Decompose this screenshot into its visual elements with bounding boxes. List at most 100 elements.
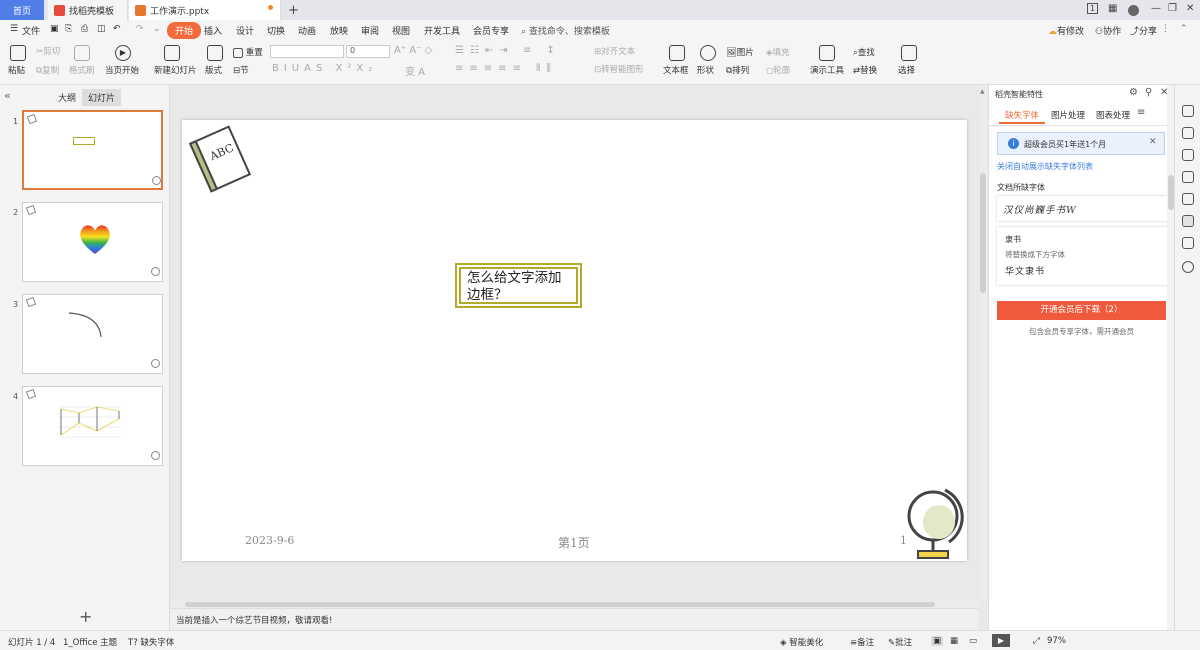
copy-button[interactable]: ⧉复制: [36, 64, 59, 76]
vertical-scrollbar[interactable]: ▲: [979, 85, 987, 601]
replace-button[interactable]: ⇄替换: [853, 64, 877, 76]
font-family-select[interactable]: [270, 45, 344, 58]
lishu-font-card[interactable]: 隶书 将替换成下方字体 华文隶书: [997, 227, 1167, 285]
menu-review[interactable]: 审阅: [361, 24, 379, 37]
picture-button[interactable]: 🖼图片: [726, 46, 754, 58]
present-tools-icon[interactable]: [819, 45, 835, 61]
export-icon[interactable]: ⎘: [65, 24, 72, 34]
list-buttons[interactable]: ☰☷⇤⇥ ≡ ↕: [455, 45, 561, 56]
find-button[interactable]: ⌕查找: [853, 46, 875, 58]
slide-date[interactable]: 2023-9-6: [245, 534, 294, 547]
slide-thumbnail-1[interactable]: [22, 110, 163, 190]
from-current-button[interactable]: 当页开始: [105, 64, 139, 76]
edit-status-button[interactable]: ☁有修改: [1048, 24, 1084, 37]
shape-button[interactable]: 形状: [697, 64, 714, 76]
textbox-text[interactable]: 怎么给文字添加边框？: [459, 267, 578, 304]
select-button[interactable]: 选择: [898, 64, 915, 76]
fit-window-icon[interactable]: ⤢: [1033, 636, 1040, 646]
menu-file[interactable]: 文件: [22, 24, 40, 37]
missing-font-card[interactable]: 汉仪尚巍手书W: [997, 196, 1167, 221]
avatar[interactable]: [1128, 5, 1139, 16]
beautify-button[interactable]: ◈ 智能美化: [780, 636, 823, 648]
present-tools-button[interactable]: 演示工具: [810, 64, 844, 76]
font-style-buttons[interactable]: BIUAS X²X₂: [272, 63, 377, 74]
layout-icon[interactable]: [207, 45, 223, 61]
new-tab-button[interactable]: +: [288, 0, 302, 20]
paste-icon[interactable]: [10, 45, 26, 61]
image-tool-icon[interactable]: [1182, 193, 1194, 205]
book-open-icon[interactable]: [1182, 237, 1194, 249]
slide-thumbnail-3[interactable]: [22, 294, 163, 374]
missing-font-status[interactable]: T? 缺失字体: [128, 636, 174, 648]
cut-button[interactable]: ✂剪切: [36, 45, 60, 57]
format-painter-button[interactable]: 格式刷: [69, 64, 95, 76]
align-buttons[interactable]: ≡≡≡≡≡ ⫴⫼: [455, 63, 557, 74]
grid-view-icon[interactable]: ▦: [1108, 3, 1117, 14]
sorter-view-icon[interactable]: ▦: [950, 636, 958, 646]
save-icon[interactable]: ▣: [50, 24, 59, 34]
slide-thumbnail-4[interactable]: [22, 386, 163, 466]
textbox-icon[interactable]: [669, 45, 685, 61]
outline-button[interactable]: ◻轮廓: [766, 64, 790, 76]
menu-home[interactable]: 开始: [167, 22, 202, 39]
help-icon[interactable]: [1182, 261, 1194, 273]
tab-document[interactable]: 工作演示.pptx: [129, 0, 281, 20]
theme-name[interactable]: 1_Office 主题: [63, 636, 117, 648]
bordered-textbox[interactable]: 怎么给文字添加边框？: [455, 263, 582, 308]
tab-home[interactable]: 首页: [0, 0, 44, 20]
minimize-icon[interactable]: —: [1151, 3, 1161, 14]
arrange-button[interactable]: ⧉排列: [726, 64, 749, 76]
slide-thumbnail-2[interactable]: [22, 202, 163, 282]
menu-slideshow[interactable]: 放映: [330, 24, 348, 37]
section-button[interactable]: ⊟节: [233, 64, 249, 76]
smart-graphic-button[interactable]: ⊡转智能图形: [594, 63, 644, 75]
speaker-notes[interactable]: 当前是插入一个综艺节目视频，敬请观看!: [170, 608, 978, 630]
tab-image-processing[interactable]: 图片处理: [1051, 109, 1085, 121]
add-slide-button[interactable]: +: [79, 607, 92, 626]
menu-animation[interactable]: 动画: [298, 24, 316, 37]
tab-outline[interactable]: 大纲: [58, 91, 76, 104]
preview-icon[interactable]: ◫: [97, 24, 106, 34]
format-painter-icon[interactable]: [74, 45, 90, 61]
slide-1[interactable]: [182, 120, 967, 561]
font-size-controls-icon[interactable]: A⁺ A⁻ ◇: [394, 45, 432, 56]
star-icon[interactable]: [1182, 149, 1194, 161]
restore-icon[interactable]: ❐: [1168, 3, 1177, 14]
pin-icon[interactable]: ⚲: [1145, 87, 1152, 98]
vertical-scroll-thumb[interactable]: [980, 173, 986, 293]
undo-icon[interactable]: ↶: [113, 24, 121, 34]
play-icon[interactable]: ▶: [115, 45, 131, 61]
tab-missing-fonts[interactable]: 缺失字体: [1005, 109, 1039, 121]
command-search[interactable]: ⌕ 查找命令、搜索模板: [521, 24, 610, 37]
close-window-icon[interactable]: ✕: [1186, 3, 1194, 14]
close-auto-display-link[interactable]: 关闭自动展示缺失字体列表: [997, 161, 1093, 172]
collapse-ribbon-icon[interactable]: ⌃: [1180, 24, 1188, 34]
reset-button[interactable]: 重置: [233, 46, 263, 58]
fill-button[interactable]: ◈填充: [766, 46, 790, 58]
play-slideshow-button[interactable]: ▶: [992, 634, 1010, 647]
tab-chart-processing[interactable]: 图表处理: [1096, 109, 1130, 121]
collapse-pane-icon[interactable]: «: [4, 89, 11, 102]
new-slide-icon[interactable]: [164, 45, 180, 61]
more-icon[interactable]: ⋮: [1161, 24, 1170, 34]
align-text-button[interactable]: ⊞对齐文本: [594, 45, 635, 57]
reading-view-icon[interactable]: ▭: [969, 636, 977, 646]
notes-button[interactable]: ≡备注: [850, 636, 874, 648]
comments-button[interactable]: ✎批注: [888, 636, 912, 648]
close-banner-icon[interactable]: ✕: [1149, 137, 1157, 147]
menu-member[interactable]: 会员专享: [473, 24, 509, 37]
collab-button[interactable]: ⚇协作: [1095, 24, 1121, 37]
gear-icon[interactable]: ⚙: [1129, 87, 1138, 98]
location-icon[interactable]: [1182, 215, 1194, 227]
font-color-icon[interactable]: 变 A: [405, 63, 425, 78]
slides-icon[interactable]: [1182, 171, 1194, 183]
adjust-icon[interactable]: [1182, 127, 1194, 139]
menu-insert[interactable]: 插入: [204, 24, 222, 37]
print-icon[interactable]: ⎙: [81, 24, 88, 34]
slide-page-label[interactable]: 第1页: [558, 534, 590, 551]
select-icon[interactable]: [901, 45, 917, 61]
scroll-up-icon[interactable]: ▲: [980, 88, 985, 95]
menu-icon[interactable]: ≡: [1137, 107, 1145, 118]
new-slide-button[interactable]: 新建幻灯片: [154, 64, 197, 76]
layout-button[interactable]: 版式: [205, 64, 222, 76]
